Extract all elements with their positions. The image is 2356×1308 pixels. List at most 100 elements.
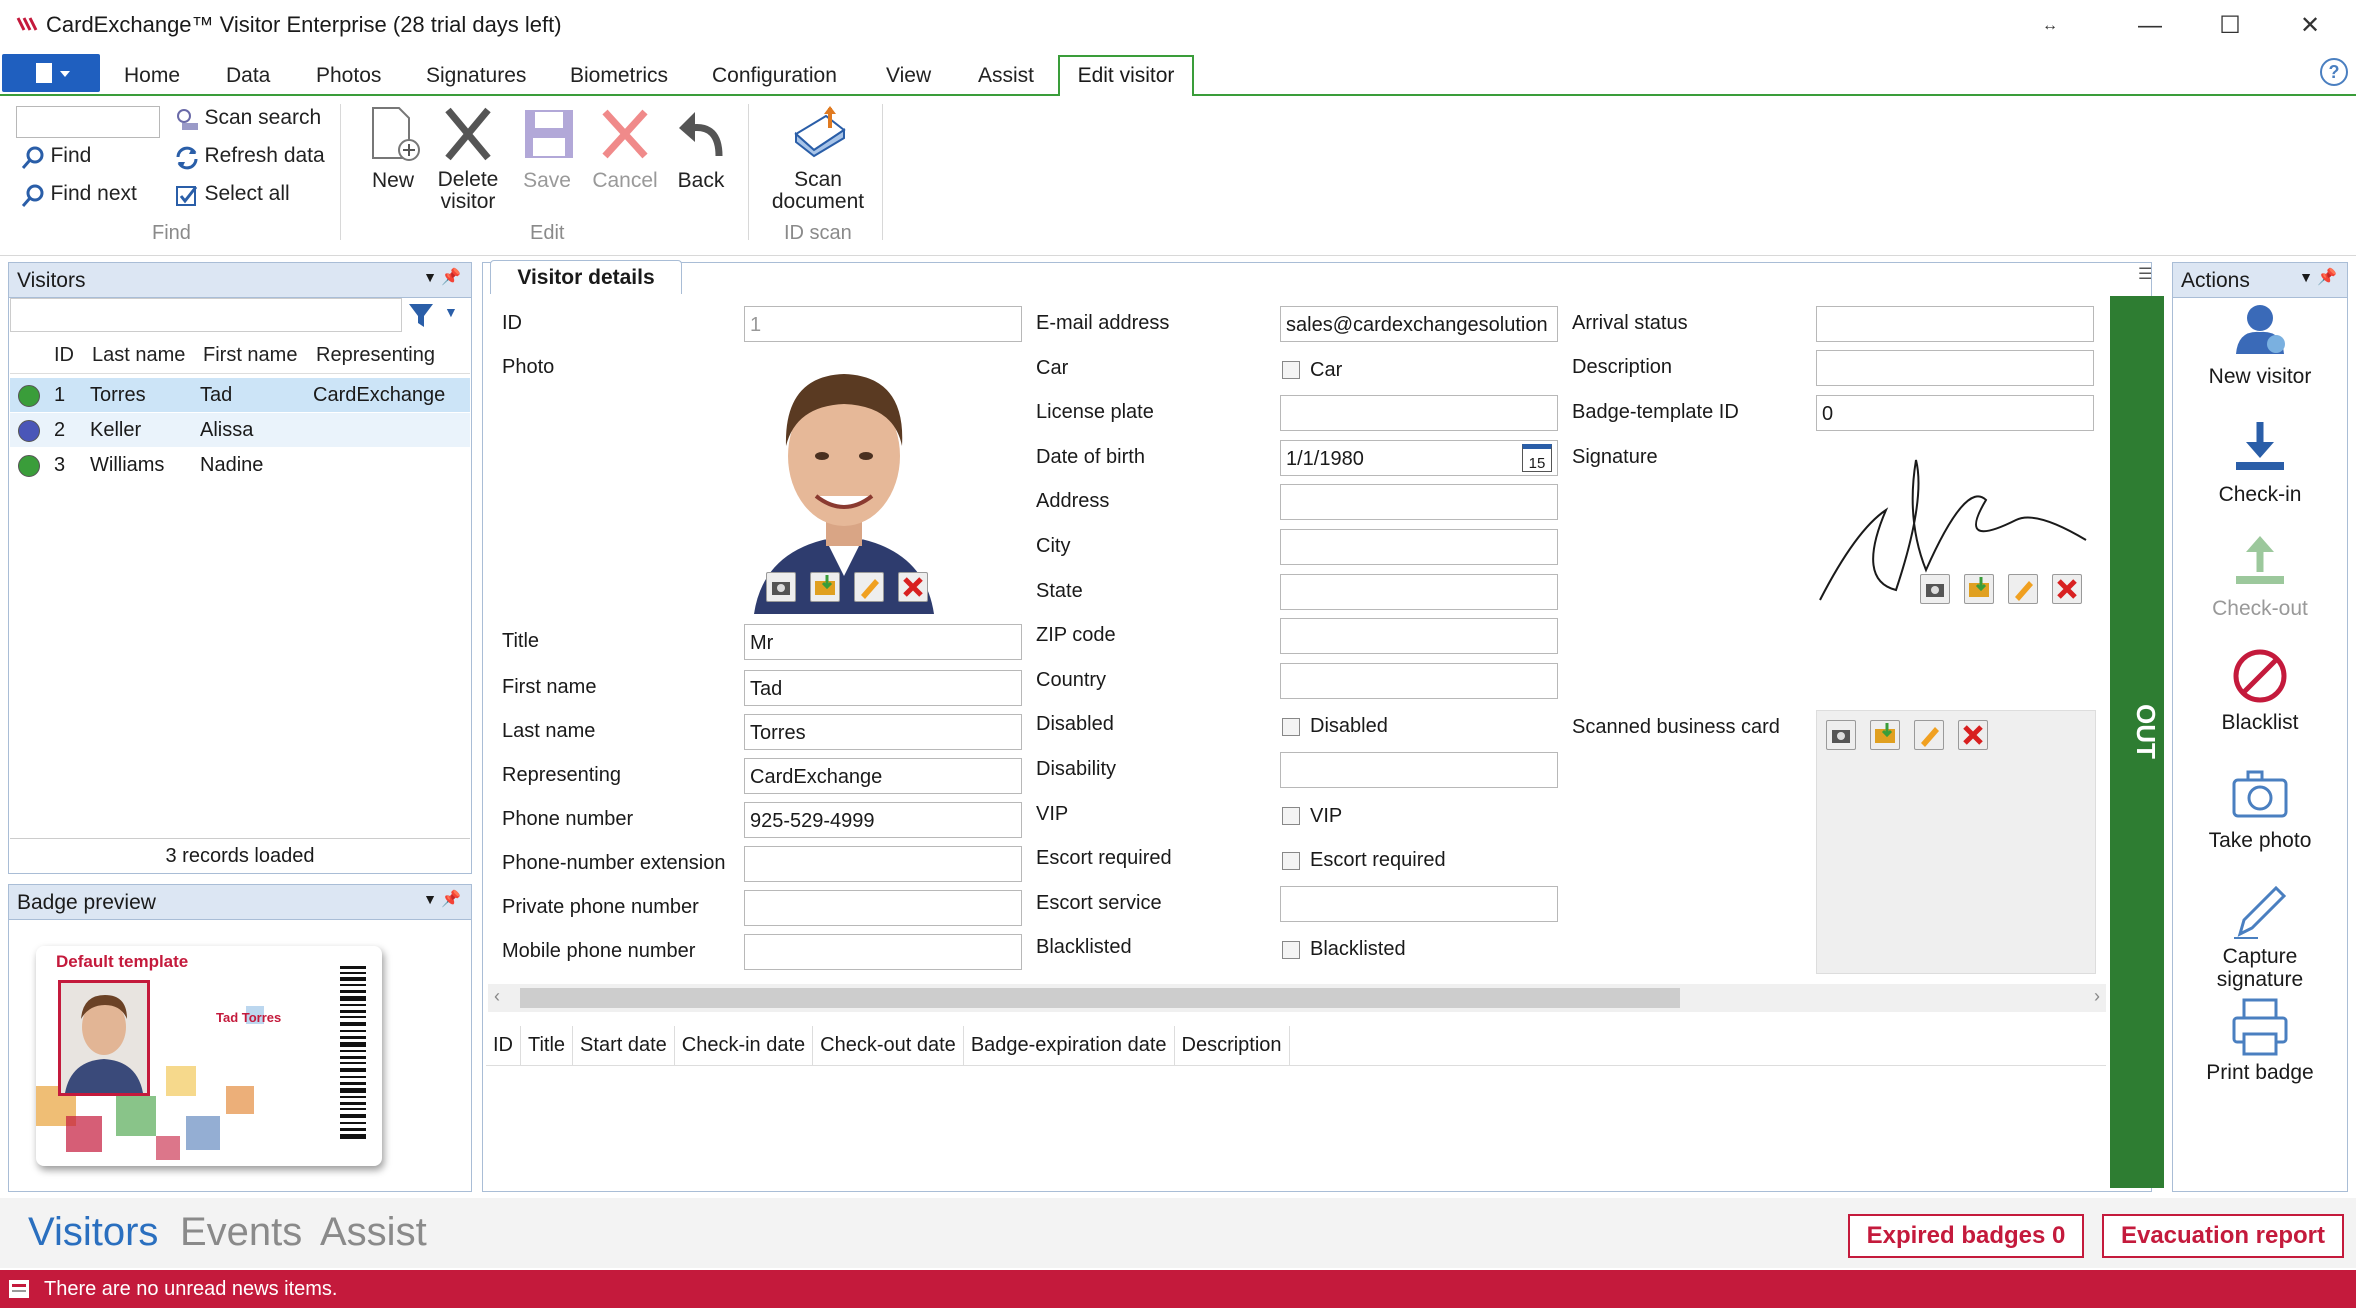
state-field[interactable]	[1280, 573, 1558, 610]
mobile-phone-number-field[interactable]	[744, 934, 1022, 970]
scroll-right-icon[interactable]: ›	[2094, 986, 2100, 1007]
new-visitor-action[interactable]: New visitor	[2196, 300, 2324, 388]
column-description[interactable]: Description	[1175, 1026, 1290, 1066]
zip-code-field[interactable]	[1280, 618, 1558, 655]
escort-required-checkbox[interactable]: Escort required	[1282, 849, 1446, 872]
evacuation-report-button[interactable]: Evacuation report	[2102, 1214, 2344, 1258]
minimize-button[interactable]: —	[2120, 8, 2180, 44]
car-checkbox[interactable]: Car	[1282, 359, 1342, 382]
load-image-icon[interactable]	[810, 572, 840, 602]
nav-assist[interactable]: Assist	[320, 1210, 427, 1255]
save-button[interactable]: Save	[514, 104, 580, 193]
pin-icon[interactable]: 📌	[441, 889, 461, 909]
arrival-status-field[interactable]	[1816, 306, 2094, 342]
calendar-icon[interactable]: 15	[1522, 443, 1552, 472]
file-menu-button[interactable]	[2, 54, 100, 92]
check-out-action[interactable]: Check-out	[2196, 532, 2324, 620]
id-field[interactable]: 1	[744, 306, 1022, 342]
scrollbar-thumb[interactable]	[520, 988, 1680, 1008]
tab-assist[interactable]: Assist	[978, 64, 1034, 88]
filter-dropdown-icon[interactable]: ▼	[444, 304, 458, 320]
scan-document-button[interactable]: Scan document	[762, 104, 874, 213]
panel-options-icon[interactable]: ☰	[2138, 264, 2152, 284]
visitor-filter-input[interactable]	[10, 298, 402, 332]
scroll-left-icon[interactable]: ‹	[494, 986, 500, 1007]
disability-field[interactable]	[1280, 752, 1558, 788]
badge-template-id-field[interactable]: 0	[1816, 395, 2094, 431]
last-name-field[interactable]: Torres	[744, 714, 1022, 750]
first-name-field[interactable]: Tad	[744, 670, 1022, 706]
find-button[interactable]: Find	[20, 144, 91, 171]
camera-icon[interactable]	[766, 572, 796, 602]
tab-photos[interactable]: Photos	[316, 64, 381, 88]
column-id[interactable]: ID	[54, 344, 74, 367]
tab-configuration[interactable]: Configuration	[712, 64, 837, 88]
disabled-checkbox[interactable]: Disabled	[1282, 715, 1388, 738]
country-field[interactable]	[1280, 662, 1558, 699]
new-button[interactable]: New	[360, 104, 426, 193]
column-last-name[interactable]: Last name	[92, 344, 185, 367]
phone-number-extension-field[interactable]	[744, 846, 1022, 882]
camera-icon[interactable]	[1826, 720, 1856, 750]
table-row[interactable]: 1 Torres Tad CardExchange	[10, 378, 470, 412]
tab-data[interactable]: Data	[226, 64, 270, 88]
scan-search-button[interactable]: Scan search	[174, 106, 321, 133]
e-mail-address-field[interactable]: sales@cardexchangesolution	[1280, 306, 1558, 342]
escort-service-field[interactable]	[1280, 885, 1558, 922]
find-next-button[interactable]: Find next	[20, 182, 137, 209]
tab-view[interactable]: View	[886, 64, 931, 88]
license-plate-field[interactable]	[1280, 395, 1558, 432]
phone-number-field[interactable]: 925-529-4999	[744, 802, 1022, 838]
column-check-out-date[interactable]: Check-out date	[813, 1026, 964, 1066]
column-title[interactable]: Title	[521, 1026, 574, 1066]
column-check-in-date[interactable]: Check-in date	[675, 1026, 814, 1066]
column-first-name[interactable]: First name	[203, 344, 297, 367]
pin-icon[interactable]: 📌	[441, 267, 461, 287]
checkbox-box[interactable]	[1282, 718, 1300, 737]
edit-pencil-icon[interactable]	[1914, 720, 1944, 750]
tab-biometrics[interactable]: Biometrics	[570, 64, 668, 88]
print-badge-action[interactable]: Print badge	[2196, 996, 2324, 1084]
edit-pencil-icon[interactable]	[854, 572, 884, 602]
checkbox-box[interactable]	[1282, 851, 1300, 870]
private-phone-number-field[interactable]	[744, 890, 1022, 926]
nav-visitors[interactable]: Visitors	[28, 1210, 158, 1255]
tab-visitor-details[interactable]: Visitor details	[490, 260, 682, 294]
tab-signatures[interactable]: Signatures	[426, 64, 526, 88]
date-of-birth-field[interactable]: 1/1/1980	[1280, 439, 1558, 476]
out-status-bar[interactable]: OUT	[2110, 296, 2164, 1188]
table-row[interactable]: 3 Williams Nadine	[10, 448, 470, 482]
camera-icon[interactable]	[1920, 574, 1950, 604]
back-button[interactable]: Back	[668, 104, 734, 193]
panel-menu-icon[interactable]: ▼	[423, 891, 437, 907]
tab-edit-visitor[interactable]: Edit visitor	[1058, 55, 1194, 98]
expired-badges-button[interactable]: Expired badges 0	[1848, 1214, 2084, 1258]
checkbox-box[interactable]	[1282, 807, 1300, 826]
panel-menu-icon[interactable]: ▼	[423, 269, 437, 285]
blacklist-action[interactable]: Blacklist	[2196, 646, 2324, 734]
blacklisted-checkbox[interactable]: Blacklisted	[1282, 938, 1406, 961]
table-row[interactable]: 2 Keller Alissa	[10, 413, 470, 447]
tab-home[interactable]: Home	[124, 64, 180, 88]
cancel-button[interactable]: Cancel	[590, 104, 660, 193]
column-start-date[interactable]: Start date	[573, 1026, 675, 1066]
title-field[interactable]: Mr	[744, 624, 1022, 660]
help-icon[interactable]: ?	[2320, 58, 2348, 86]
checkbox-box[interactable]	[1282, 361, 1300, 380]
description-field[interactable]	[1816, 350, 2094, 386]
horizontal-scrollbar[interactable]: ‹ ›	[488, 984, 2106, 1012]
column-id[interactable]: ID	[486, 1026, 521, 1066]
maximize-button[interactable]: ☐	[2200, 8, 2260, 44]
checkbox-box[interactable]	[1282, 941, 1300, 960]
select-all-button[interactable]: Select all	[174, 182, 290, 209]
search-input[interactable]	[16, 106, 160, 138]
filter-icon[interactable]	[406, 300, 436, 330]
pin-icon[interactable]: 📌	[2317, 267, 2337, 287]
load-image-icon[interactable]	[1964, 574, 1994, 604]
delete-photo-icon[interactable]	[898, 572, 928, 602]
representing-field[interactable]: CardExchange	[744, 758, 1022, 794]
capture-signature-action[interactable]: Capture signature	[2196, 880, 2324, 991]
column-representing[interactable]: Representing	[316, 344, 435, 367]
close-button[interactable]: ✕	[2280, 8, 2340, 44]
take-photo-action[interactable]: Take photo	[2196, 764, 2324, 852]
